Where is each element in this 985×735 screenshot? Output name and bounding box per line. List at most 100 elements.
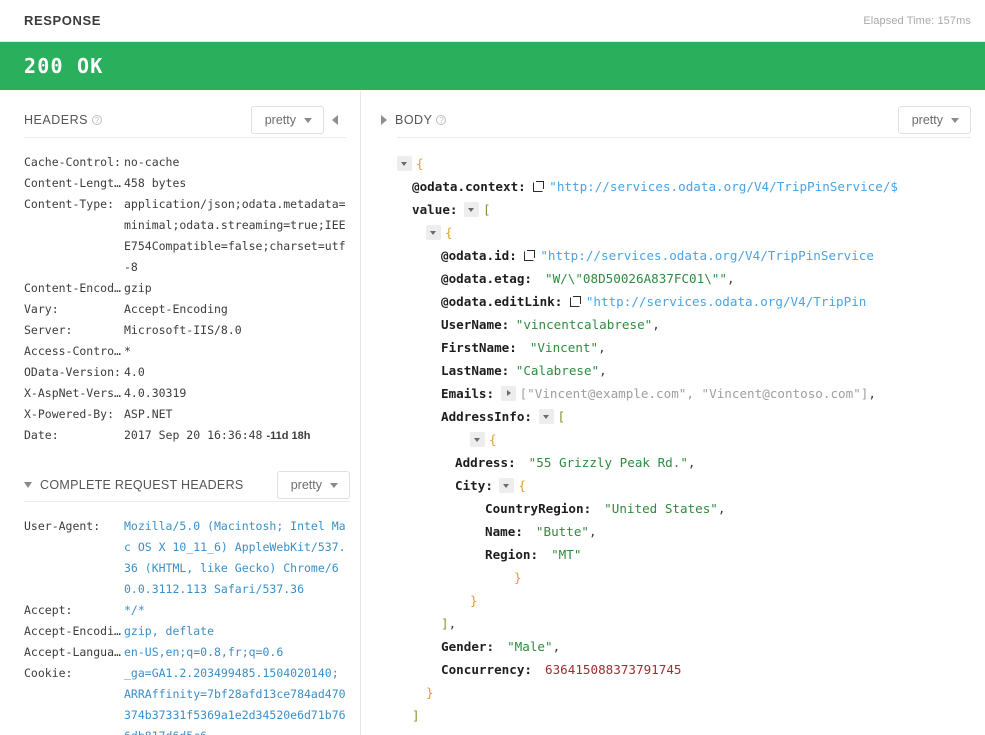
header-value: 4.0 (124, 365, 145, 379)
json-row-odata-id: @odata.id: "http://services.odata.org/V4… (397, 244, 985, 267)
json-row-item-open: { (397, 221, 985, 244)
json-row-odata-etag: @odata.etag: "W/\"08D50026A837FC01\"" , (397, 267, 985, 290)
json-row-countryregion: CountryRegion: "United States" , (397, 497, 985, 520)
json-key: FirstName: (441, 340, 517, 355)
header-value: application/json;odata.metadata=minimal;… (124, 197, 346, 274)
brace: { (416, 156, 424, 171)
body-pane: BODY ? pretty { @odata.context: "http://… (361, 91, 985, 735)
json-key: Address: (455, 455, 516, 470)
help-icon[interactable]: ? (91, 115, 102, 125)
header-row: OData-Version: 4.0 (24, 362, 350, 383)
chevron-down-icon[interactable] (24, 482, 32, 488)
header-key: Server: (24, 323, 73, 337)
json-value[interactable]: "http://services.odata.org/V4/TripPin (586, 290, 867, 313)
external-link-icon[interactable] (569, 296, 581, 307)
json-row-odata-editlink: @odata.editLink: "http://services.odata.… (397, 290, 985, 313)
header-key: Accept: (24, 603, 73, 617)
elapsed-time-label: Elapsed Time: 157ms (863, 14, 971, 27)
collapse-toggle-icon[interactable] (397, 156, 412, 171)
headers-format-dropdown[interactable]: pretty (250, 105, 324, 135)
request-headers-format-dropdown[interactable]: pretty (276, 470, 350, 500)
header-row: Vary: Accept-Encoding (24, 299, 350, 320)
brace: { (445, 225, 453, 240)
comma: , (598, 340, 606, 355)
json-key: UserName: (441, 317, 510, 332)
json-key: City: (455, 478, 493, 493)
request-headers-list: User-Agent: Mozilla/5.0 (Macintosh; Intel… (0, 502, 360, 735)
comma: , (687, 455, 696, 470)
json-row-addressinfo: AddressInfo: [ (397, 405, 985, 428)
json-value: "Calabrese" (515, 363, 600, 378)
json-row-name: Name: "Butte" , (397, 520, 985, 543)
header-value: Microsoft-IIS/8.0 (124, 323, 242, 337)
chevron-down-icon (304, 117, 312, 123)
request-headers-format-label: pretty (290, 477, 322, 492)
status-code-text: 200 OK (24, 54, 104, 78)
external-link-icon[interactable] (524, 250, 536, 261)
comma: , (552, 639, 561, 654)
json-row-odata-context: @odata.context: "http://services.odata.o… (397, 175, 985, 198)
header-value[interactable]: gzip, deflate (124, 621, 350, 642)
headers-pane: HEADERS ? pretty Cache-Control: no-cache C… (0, 91, 360, 735)
json-value: "MT" (551, 547, 582, 562)
json-key: Name: (485, 524, 523, 539)
bracket: [ (557, 409, 566, 424)
json-value: "W/\"08D50026A837FC01\"" (545, 271, 727, 286)
json-value[interactable]: "http://services.odata.org/V4/TripPinSer… (540, 244, 874, 267)
comma: , (589, 524, 597, 539)
headers-title: HEADERS (24, 113, 88, 127)
header-row: Accept: */* (24, 600, 350, 621)
body-format-dropdown[interactable]: pretty (897, 105, 971, 135)
collapse-toggle-icon[interactable] (464, 202, 479, 217)
header-row: X-Powered-By: ASP.NET (24, 404, 350, 425)
help-icon[interactable]: ? (436, 115, 447, 125)
header-row: Cookie: _ga=GA1.2.203499485.1504020140; A… (24, 663, 350, 735)
comma: , (726, 271, 735, 286)
collapse-toggle-icon[interactable] (499, 478, 515, 493)
bracket: ] (441, 616, 449, 631)
header-value: gzip (124, 281, 152, 295)
json-value[interactable]: "http://services.odata.org/V4/TripPinSer… (549, 175, 898, 198)
header-value[interactable]: Mozilla/5.0 (Macintosh; Intel Mac OS X 1… (124, 516, 350, 600)
header-key: User-Agent: (24, 519, 101, 533)
header-row: Server: Microsoft-IIS/8.0 (24, 320, 350, 341)
body-format-label: pretty (911, 112, 943, 127)
headers-section-head: HEADERS ? pretty (0, 91, 360, 137)
header-row: Date: 2017 Sep 20 16:36:48 -11d 18h (24, 425, 350, 447)
header-value: * (124, 344, 131, 358)
chevron-right-icon (381, 115, 387, 125)
header-value[interactable]: */* (124, 600, 350, 621)
json-row-lastname: LastName: "Calabrese" , (397, 359, 985, 382)
json-value: "Male" (507, 639, 553, 654)
expand-toggle-icon[interactable] (500, 386, 516, 401)
json-key: CountryRegion: (485, 501, 592, 516)
header-key: Accept-Encoding: (24, 624, 124, 638)
header-key: Access-Control-Allow-Origin: (24, 344, 124, 358)
json-key: Region: (485, 547, 539, 562)
request-headers-title: COMPLETE REQUEST HEADERS (40, 478, 244, 492)
expand-body-pane-button[interactable] (373, 115, 395, 125)
status-banner: 200 OK (0, 42, 985, 90)
brace: { (489, 432, 497, 447)
collapse-toggle-icon[interactable] (470, 432, 485, 447)
headers-list: Cache-Control: no-cache Content-Length: 458… (0, 138, 360, 447)
external-link-icon[interactable] (533, 181, 545, 192)
chevron-left-icon (332, 115, 338, 125)
header-row: Accept-Language: en-US,en;q=0.8,fr;q=0.6 (24, 642, 350, 663)
json-row-item-close: } (397, 681, 985, 704)
page-title: RESPONSE (24, 13, 102, 28)
collapse-left-pane-button[interactable] (324, 115, 346, 125)
json-row-value: value: [ (397, 198, 985, 221)
collapse-toggle-icon[interactable] (426, 225, 441, 240)
json-row-region: Region: "MT" (397, 543, 985, 566)
json-key: Concurrency: (441, 662, 532, 677)
json-root-open: { (397, 152, 985, 175)
json-key: Gender: (441, 639, 495, 654)
json-row-city: City: { (397, 474, 985, 497)
comma: , (868, 386, 876, 401)
header-value[interactable]: en-US,en;q=0.8,fr;q=0.6 (124, 642, 350, 663)
json-key: value: (412, 202, 458, 217)
collapse-toggle-icon[interactable] (538, 409, 554, 424)
header-value[interactable]: _ga=GA1.2.203499485.1504020140; ARRAffin… (124, 663, 350, 735)
chevron-down-icon (330, 482, 338, 488)
